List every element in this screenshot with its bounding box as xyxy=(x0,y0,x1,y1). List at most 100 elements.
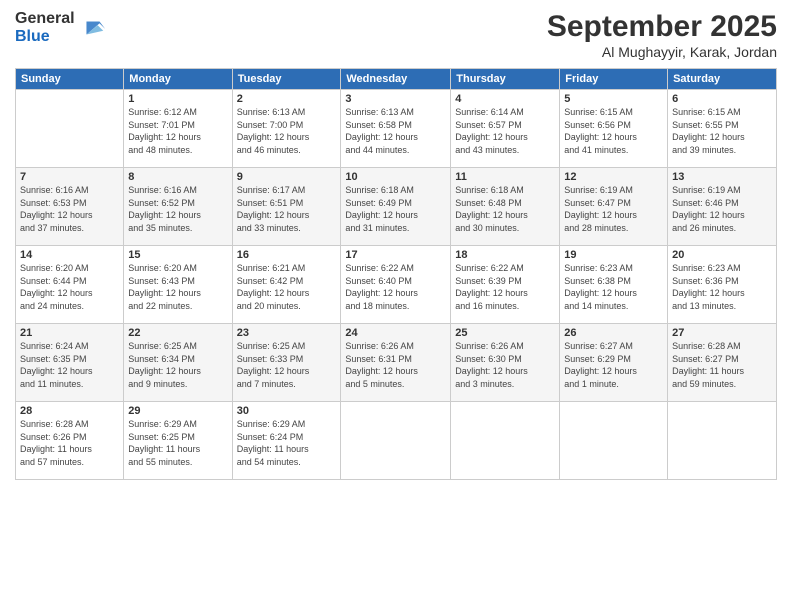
calendar-day-cell: 8Sunrise: 6:16 AM Sunset: 6:52 PM Daylig… xyxy=(124,168,232,246)
calendar-day-cell: 19Sunrise: 6:23 AM Sunset: 6:38 PM Dayli… xyxy=(560,246,668,324)
calendar-day-cell: 17Sunrise: 6:22 AM Sunset: 6:40 PM Dayli… xyxy=(341,246,451,324)
day-info: Sunrise: 6:21 AM Sunset: 6:42 PM Dayligh… xyxy=(237,262,337,312)
day-number: 25 xyxy=(455,327,555,339)
calendar-day-cell: 7Sunrise: 6:16 AM Sunset: 6:53 PM Daylig… xyxy=(16,168,124,246)
day-info: Sunrise: 6:23 AM Sunset: 6:36 PM Dayligh… xyxy=(672,262,772,312)
calendar-week-row: 21Sunrise: 6:24 AM Sunset: 6:35 PM Dayli… xyxy=(16,324,777,402)
day-number: 11 xyxy=(455,171,555,183)
calendar-week-row: 7Sunrise: 6:16 AM Sunset: 6:53 PM Daylig… xyxy=(16,168,777,246)
calendar-day-header: Sunday xyxy=(16,69,124,90)
header: General Blue September 2025 Al Mughayyir… xyxy=(15,10,777,60)
location: Al Mughayyir, Karak, Jordan xyxy=(547,44,777,60)
day-info: Sunrise: 6:25 AM Sunset: 6:33 PM Dayligh… xyxy=(237,340,337,390)
day-info: Sunrise: 6:13 AM Sunset: 6:58 PM Dayligh… xyxy=(345,106,446,156)
calendar-day-header: Saturday xyxy=(668,69,777,90)
page: General Blue September 2025 Al Mughayyir… xyxy=(0,0,792,612)
calendar-day-cell xyxy=(16,90,124,168)
day-info: Sunrise: 6:22 AM Sunset: 6:40 PM Dayligh… xyxy=(345,262,446,312)
day-info: Sunrise: 6:27 AM Sunset: 6:29 PM Dayligh… xyxy=(564,340,663,390)
day-info: Sunrise: 6:26 AM Sunset: 6:31 PM Dayligh… xyxy=(345,340,446,390)
day-number: 1 xyxy=(128,93,227,105)
calendar-day-header: Tuesday xyxy=(232,69,341,90)
calendar-day-cell: 12Sunrise: 6:19 AM Sunset: 6:47 PM Dayli… xyxy=(560,168,668,246)
logo-line2: Blue xyxy=(15,28,75,46)
day-info: Sunrise: 6:20 AM Sunset: 6:43 PM Dayligh… xyxy=(128,262,227,312)
day-info: Sunrise: 6:15 AM Sunset: 6:56 PM Dayligh… xyxy=(564,106,663,156)
day-number: 28 xyxy=(20,405,119,417)
logo-line1: General xyxy=(15,10,75,28)
day-info: Sunrise: 6:20 AM Sunset: 6:44 PM Dayligh… xyxy=(20,262,119,312)
logo: General Blue xyxy=(15,10,107,45)
day-info: Sunrise: 6:24 AM Sunset: 6:35 PM Dayligh… xyxy=(20,340,119,390)
day-info: Sunrise: 6:16 AM Sunset: 6:52 PM Dayligh… xyxy=(128,184,227,234)
day-number: 10 xyxy=(345,171,446,183)
calendar-day-cell: 2Sunrise: 6:13 AM Sunset: 7:00 PM Daylig… xyxy=(232,90,341,168)
day-info: Sunrise: 6:25 AM Sunset: 6:34 PM Dayligh… xyxy=(128,340,227,390)
calendar-day-cell: 16Sunrise: 6:21 AM Sunset: 6:42 PM Dayli… xyxy=(232,246,341,324)
calendar-day-cell: 28Sunrise: 6:28 AM Sunset: 6:26 PM Dayli… xyxy=(16,402,124,480)
day-number: 27 xyxy=(672,327,772,339)
day-info: Sunrise: 6:17 AM Sunset: 6:51 PM Dayligh… xyxy=(237,184,337,234)
day-info: Sunrise: 6:28 AM Sunset: 6:26 PM Dayligh… xyxy=(20,418,119,468)
day-number: 9 xyxy=(237,171,337,183)
calendar-week-row: 14Sunrise: 6:20 AM Sunset: 6:44 PM Dayli… xyxy=(16,246,777,324)
calendar-day-cell: 3Sunrise: 6:13 AM Sunset: 6:58 PM Daylig… xyxy=(341,90,451,168)
calendar-day-header: Monday xyxy=(124,69,232,90)
day-info: Sunrise: 6:14 AM Sunset: 6:57 PM Dayligh… xyxy=(455,106,555,156)
calendar-day-cell: 20Sunrise: 6:23 AM Sunset: 6:36 PM Dayli… xyxy=(668,246,777,324)
calendar-day-header: Friday xyxy=(560,69,668,90)
day-number: 22 xyxy=(128,327,227,339)
day-number: 26 xyxy=(564,327,663,339)
day-number: 30 xyxy=(237,405,337,417)
day-info: Sunrise: 6:18 AM Sunset: 6:49 PM Dayligh… xyxy=(345,184,446,234)
calendar-table: SundayMondayTuesdayWednesdayThursdayFrid… xyxy=(15,68,777,480)
day-info: Sunrise: 6:29 AM Sunset: 6:24 PM Dayligh… xyxy=(237,418,337,468)
calendar-day-cell: 9Sunrise: 6:17 AM Sunset: 6:51 PM Daylig… xyxy=(232,168,341,246)
day-number: 3 xyxy=(345,93,446,105)
calendar-week-row: 28Sunrise: 6:28 AM Sunset: 6:26 PM Dayli… xyxy=(16,402,777,480)
calendar-day-cell: 24Sunrise: 6:26 AM Sunset: 6:31 PM Dayli… xyxy=(341,324,451,402)
day-number: 2 xyxy=(237,93,337,105)
day-number: 24 xyxy=(345,327,446,339)
calendar-day-cell: 27Sunrise: 6:28 AM Sunset: 6:27 PM Dayli… xyxy=(668,324,777,402)
day-info: Sunrise: 6:18 AM Sunset: 6:48 PM Dayligh… xyxy=(455,184,555,234)
calendar-day-cell: 23Sunrise: 6:25 AM Sunset: 6:33 PM Dayli… xyxy=(232,324,341,402)
calendar-day-cell xyxy=(560,402,668,480)
calendar-day-cell: 4Sunrise: 6:14 AM Sunset: 6:57 PM Daylig… xyxy=(451,90,560,168)
month-title: September 2025 xyxy=(547,10,777,44)
day-info: Sunrise: 6:13 AM Sunset: 7:00 PM Dayligh… xyxy=(237,106,337,156)
day-number: 6 xyxy=(672,93,772,105)
day-number: 14 xyxy=(20,249,119,261)
day-info: Sunrise: 6:28 AM Sunset: 6:27 PM Dayligh… xyxy=(672,340,772,390)
calendar-day-cell: 25Sunrise: 6:26 AM Sunset: 6:30 PM Dayli… xyxy=(451,324,560,402)
day-info: Sunrise: 6:15 AM Sunset: 6:55 PM Dayligh… xyxy=(672,106,772,156)
calendar-day-cell: 30Sunrise: 6:29 AM Sunset: 6:24 PM Dayli… xyxy=(232,402,341,480)
day-number: 13 xyxy=(672,171,772,183)
day-number: 8 xyxy=(128,171,227,183)
calendar-day-cell: 26Sunrise: 6:27 AM Sunset: 6:29 PM Dayli… xyxy=(560,324,668,402)
calendar-day-cell: 6Sunrise: 6:15 AM Sunset: 6:55 PM Daylig… xyxy=(668,90,777,168)
day-info: Sunrise: 6:16 AM Sunset: 6:53 PM Dayligh… xyxy=(20,184,119,234)
day-number: 23 xyxy=(237,327,337,339)
calendar-day-cell: 14Sunrise: 6:20 AM Sunset: 6:44 PM Dayli… xyxy=(16,246,124,324)
day-info: Sunrise: 6:22 AM Sunset: 6:39 PM Dayligh… xyxy=(455,262,555,312)
day-number: 15 xyxy=(128,249,227,261)
calendar-day-cell: 5Sunrise: 6:15 AM Sunset: 6:56 PM Daylig… xyxy=(560,90,668,168)
calendar-day-cell: 11Sunrise: 6:18 AM Sunset: 6:48 PM Dayli… xyxy=(451,168,560,246)
calendar-day-header: Thursday xyxy=(451,69,560,90)
day-number: 17 xyxy=(345,249,446,261)
calendar-day-cell xyxy=(341,402,451,480)
day-info: Sunrise: 6:12 AM Sunset: 7:01 PM Dayligh… xyxy=(128,106,227,156)
day-info: Sunrise: 6:19 AM Sunset: 6:46 PM Dayligh… xyxy=(672,184,772,234)
calendar-day-cell: 10Sunrise: 6:18 AM Sunset: 6:49 PM Dayli… xyxy=(341,168,451,246)
day-number: 5 xyxy=(564,93,663,105)
calendar-day-cell xyxy=(668,402,777,480)
calendar-day-cell: 15Sunrise: 6:20 AM Sunset: 6:43 PM Dayli… xyxy=(124,246,232,324)
calendar-day-cell: 1Sunrise: 6:12 AM Sunset: 7:01 PM Daylig… xyxy=(124,90,232,168)
day-number: 20 xyxy=(672,249,772,261)
day-number: 19 xyxy=(564,249,663,261)
title-block: September 2025 Al Mughayyir, Karak, Jord… xyxy=(547,10,777,60)
day-number: 16 xyxy=(237,249,337,261)
calendar-day-cell xyxy=(451,402,560,480)
calendar-day-header: Wednesday xyxy=(341,69,451,90)
